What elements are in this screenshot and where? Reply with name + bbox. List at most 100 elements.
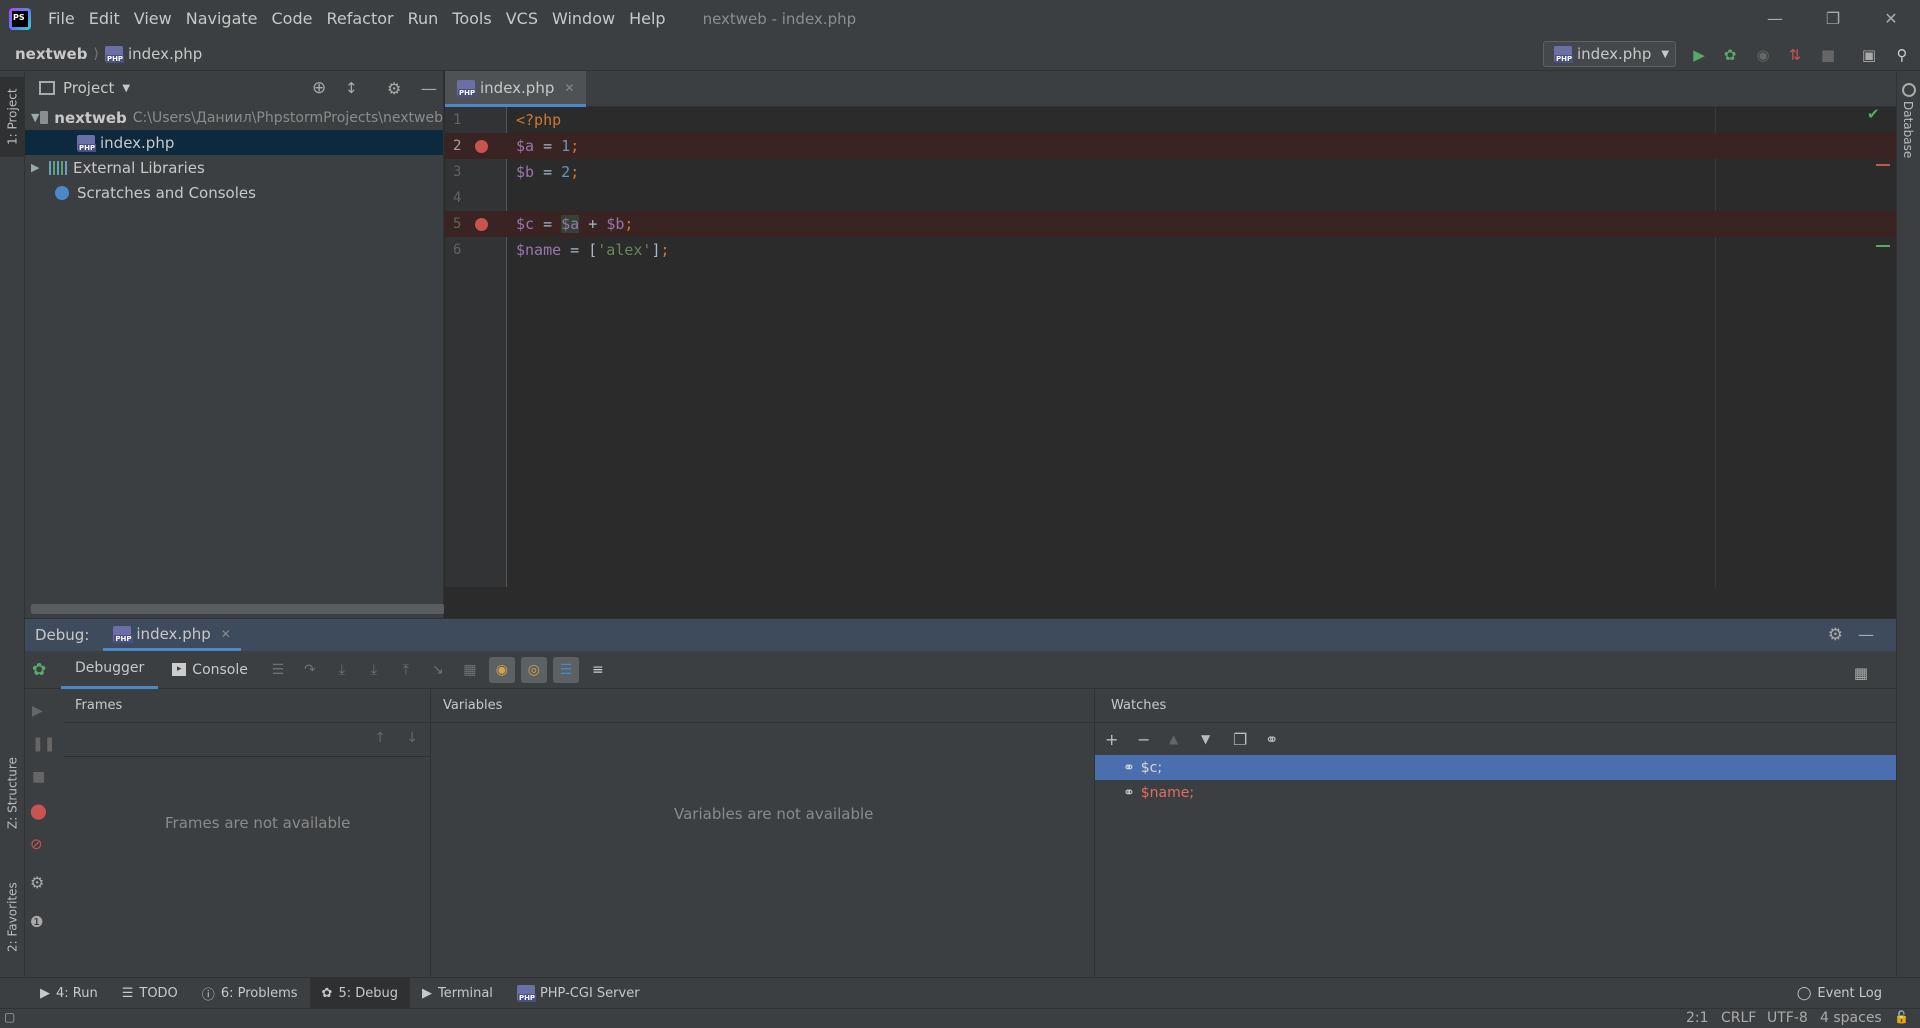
menu-view[interactable]: View [127,9,179,28]
close-icon[interactable]: ✕ [564,81,574,95]
run-to-cursor-icon[interactable]: ↘ [425,657,451,683]
menu-navigate[interactable]: Navigate [179,9,265,28]
move-down-icon[interactable]: ▼ [1201,732,1233,746]
restore-button[interactable]: ❐ [1804,0,1862,37]
stop-icon[interactable]: ■ [1819,46,1837,64]
arrow-up-icon[interactable]: ↑ [374,730,386,746]
indent-setting[interactable]: 4 spaces [1820,1010,1882,1026]
tab-debugger[interactable]: Debugger [61,651,159,689]
menu-vcs[interactable]: VCS [499,9,545,28]
debug-icon[interactable]: ✿ [1721,46,1739,64]
tab-database[interactable]: Database [1901,101,1915,158]
force-step-into-icon[interactable]: ⤓ [361,657,387,683]
watch-glasses-icon[interactable]: ⚭ [1265,730,1297,749]
pause-icon[interactable]: ❚❚ [32,736,55,752]
menu-help[interactable]: Help [622,9,672,28]
resume-icon[interactable]: ▶ [32,703,43,719]
break-first-line-icon[interactable]: ◉ [488,656,515,683]
tool-terminal[interactable]: ▶ Terminal [410,978,505,1009]
error-stripe-mark[interactable] [1876,164,1890,166]
debug-session-tab[interactable]: index.php ✕ [103,619,241,651]
step-into-icon[interactable]: ⤓ [329,657,355,683]
move-up-icon[interactable]: ▲ [1169,732,1201,746]
tool-todo[interactable]: ☰ TODO [110,978,190,1009]
layout-icon[interactable]: ▣ [1860,46,1878,64]
run-config-select[interactable]: index.php ▼ [1543,41,1676,67]
collapse-all-icon[interactable]: ↕ [345,79,358,97]
code-line[interactable]: 4 [445,185,1896,211]
gear-icon[interactable]: ⚙ [387,79,401,98]
line-separator[interactable]: CRLF [1721,1010,1756,1026]
menu-refactor[interactable]: Refactor [319,9,400,28]
copy-icon[interactable]: ❐ [1233,730,1265,749]
tool-phpcgi[interactable]: PHP-CGI Server [505,978,652,1009]
arrow-down-icon[interactable]: ↓ [406,730,418,746]
breadcrumb-file[interactable]: index.php [128,45,202,63]
menu-edit[interactable]: Edit [82,9,127,28]
stop-icon[interactable]: ■ [32,769,45,785]
breakpoint-icon[interactable] [475,218,488,231]
remove-icon[interactable]: − [1137,730,1169,749]
coverage-icon[interactable]: ◉ [1754,46,1772,64]
tool-event-log[interactable]: ◯ Event Log [1785,978,1894,1009]
pin-icon[interactable]: ❶ [30,913,43,931]
rerun-debug-icon[interactable]: ✿ [32,660,46,680]
menu-run[interactable]: Run [401,9,446,28]
menu-window[interactable]: Window [545,9,622,28]
mute-breakpoints-icon[interactable]: ⊘ [30,835,43,853]
hide-icon[interactable]: — [421,79,437,98]
tree-item-index[interactable]: index.php [25,130,443,155]
layout-settings-icon[interactable]: ▦ [1854,664,1868,682]
chevron-down-icon[interactable]: ▼ [122,83,130,94]
close-button[interactable]: ✕ [1862,0,1920,37]
code-line[interactable]: 6 $name = ['alex']; [445,237,1896,263]
tool-debug[interactable]: ✿ 5: Debug [309,977,410,1009]
gear-icon[interactable]: ⚙ [1828,625,1843,645]
code-line[interactable]: 5 $c = $a + $b; [445,211,1896,237]
menu-code[interactable]: Code [265,9,320,28]
tool-run[interactable]: ▶ 4: Run [0,978,110,1009]
breadcrumb-project[interactable]: nextweb [15,45,87,63]
code-line[interactable]: 2 $a = 1; [445,133,1896,159]
profile-icon[interactable]: ⇅ [1786,46,1804,64]
horizontal-scrollbar[interactable] [31,604,444,614]
hide-icon[interactable]: — [1858,625,1874,644]
tree-item-external-libraries[interactable]: ▶ External Libraries [25,155,443,180]
listen-connections-icon[interactable]: ◎ [520,656,547,683]
tab-console[interactable]: ▸ Console [158,651,262,689]
code-line[interactable]: 1 <?php [445,107,1896,133]
tree-item-scratches[interactable]: Scratches and Consoles [25,180,443,205]
tab-favorites[interactable]: 2: Favorites [0,871,25,963]
menu-tools[interactable]: Tools [445,9,498,28]
view-breakpoints-icon[interactable]: ⬤ [30,802,47,820]
menu-file[interactable]: File [41,9,82,28]
code-line[interactable]: 3 $b = 2; [445,159,1896,185]
editor-tab-index[interactable]: index.php ✕ [445,71,587,107]
project-panel-title[interactable]: Project [63,79,114,97]
locate-icon[interactable]: ⊕ [312,78,326,98]
gear-icon[interactable]: ⚙ [30,873,44,892]
run-icon[interactable]: ▶ [1690,46,1708,64]
tool-windows-toggle-icon[interactable]: ▢ [4,1010,15,1024]
watch-item[interactable]: ⚭ $name; [1095,780,1896,805]
add-icon[interactable]: + [1105,730,1137,749]
breakpoint-icon[interactable] [475,140,488,153]
tab-project[interactable]: 1: Project [0,77,25,157]
show-values-icon[interactable]: ☰ [552,656,579,683]
minimize-button[interactable]: — [1746,0,1804,37]
step-out-icon[interactable]: ⤒ [393,657,419,683]
caret-position[interactable]: 2:1 [1686,1010,1709,1026]
tree-root[interactable]: ▼ nextweb C:\Users\Даниил\PhpstormProjec… [25,105,443,130]
search-icon[interactable]: ⚲ [1893,46,1911,64]
code-editor[interactable]: 1 <?php 2 $a = 1; 3 $b = 2; 4 5 $c = $a … [445,105,1896,587]
inspection-ok-icon[interactable]: ✔ [1867,105,1880,123]
change-stripe-mark[interactable] [1876,245,1890,247]
lock-icon[interactable]: 🔓 [1894,1010,1909,1024]
file-encoding[interactable]: UTF-8 [1767,1010,1808,1026]
tool-problems[interactable]: ⓘ 6: Problems [190,978,310,1009]
close-icon[interactable]: ✕ [221,627,231,641]
tab-structure[interactable]: Z: Structure [0,747,25,839]
watch-item[interactable]: ⚭ $c; [1095,755,1896,780]
add-watch-list-icon[interactable]: ≡ [585,657,611,683]
menu-lines-icon[interactable]: ☰ [265,657,291,683]
